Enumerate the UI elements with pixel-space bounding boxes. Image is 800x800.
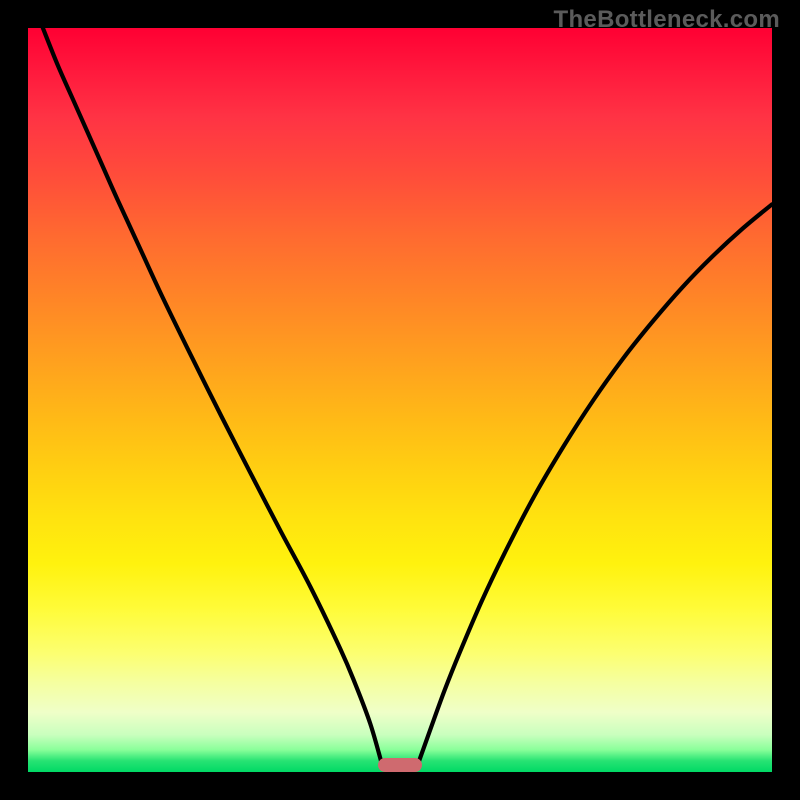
plot-area bbox=[28, 28, 772, 772]
optimal-range-marker bbox=[378, 758, 423, 772]
chart-container: TheBottleneck.com bbox=[0, 0, 800, 800]
bottleneck-curve bbox=[28, 28, 772, 772]
watermark-text: TheBottleneck.com bbox=[554, 6, 780, 34]
